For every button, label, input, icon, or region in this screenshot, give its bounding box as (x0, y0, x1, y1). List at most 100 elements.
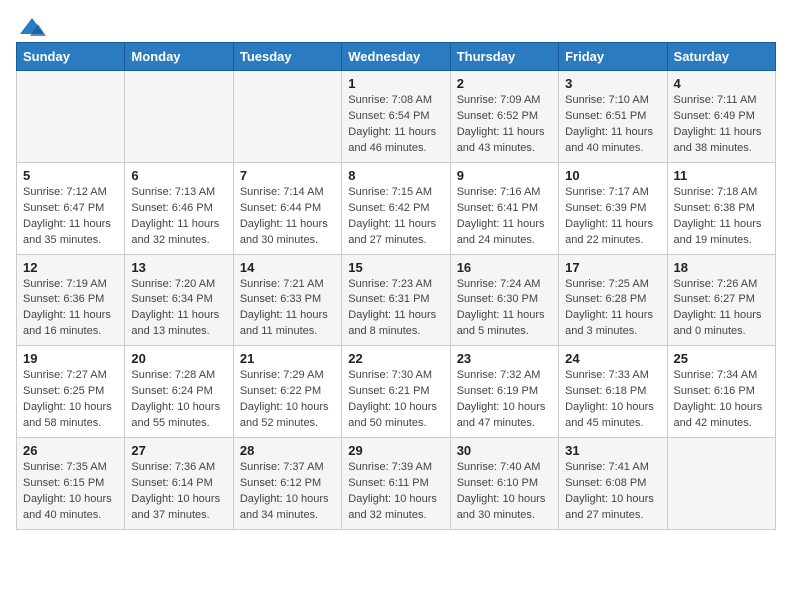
day-cell: 11 Sunrise: 7:18 AM Sunset: 6:38 PM Dayli… (667, 162, 775, 254)
day-cell: 9 Sunrise: 7:16 AM Sunset: 6:41 PM Daylig… (450, 162, 558, 254)
header-day-wednesday: Wednesday (342, 43, 450, 71)
day-info: Sunrise: 7:21 AM Sunset: 6:33 PM Dayligh… (240, 277, 335, 341)
day-number: 24 (565, 351, 660, 366)
day-info: Sunrise: 7:33 AM Sunset: 6:18 PM Dayligh… (565, 368, 660, 432)
day-info: Sunrise: 7:11 AM Sunset: 6:49 PM Dayligh… (674, 93, 769, 157)
day-cell (17, 71, 125, 163)
header-day-saturday: Saturday (667, 43, 775, 71)
day-info: Sunrise: 7:36 AM Sunset: 6:14 PM Dayligh… (131, 460, 226, 524)
day-info: Sunrise: 7:28 AM Sunset: 6:24 PM Dayligh… (131, 368, 226, 432)
day-info: Sunrise: 7:23 AM Sunset: 6:31 PM Dayligh… (348, 277, 443, 341)
week-row-4: 19 Sunrise: 7:27 AM Sunset: 6:25 PM Dayli… (17, 346, 776, 438)
day-info: Sunrise: 7:24 AM Sunset: 6:30 PM Dayligh… (457, 277, 552, 341)
day-cell: 18 Sunrise: 7:26 AM Sunset: 6:27 PM Dayli… (667, 254, 775, 346)
day-cell: 7 Sunrise: 7:14 AM Sunset: 6:44 PM Daylig… (233, 162, 341, 254)
day-number: 22 (348, 351, 443, 366)
day-info: Sunrise: 7:41 AM Sunset: 6:08 PM Dayligh… (565, 460, 660, 524)
day-info: Sunrise: 7:10 AM Sunset: 6:51 PM Dayligh… (565, 93, 660, 157)
day-number: 8 (348, 168, 443, 183)
day-info: Sunrise: 7:40 AM Sunset: 6:10 PM Dayligh… (457, 460, 552, 524)
day-number: 13 (131, 260, 226, 275)
day-info: Sunrise: 7:08 AM Sunset: 6:54 PM Dayligh… (348, 93, 443, 157)
day-info: Sunrise: 7:17 AM Sunset: 6:39 PM Dayligh… (565, 185, 660, 249)
day-number: 19 (23, 351, 118, 366)
page-header (16, 16, 776, 32)
day-cell: 2 Sunrise: 7:09 AM Sunset: 6:52 PM Daylig… (450, 71, 558, 163)
day-number: 12 (23, 260, 118, 275)
day-cell: 13 Sunrise: 7:20 AM Sunset: 6:34 PM Dayli… (125, 254, 233, 346)
day-cell: 20 Sunrise: 7:28 AM Sunset: 6:24 PM Dayli… (125, 346, 233, 438)
day-cell: 10Sunrise: 7:17 AM Sunset: 6:39 PM Dayli… (559, 162, 667, 254)
day-cell (233, 71, 341, 163)
day-number: 6 (131, 168, 226, 183)
header-day-thursday: Thursday (450, 43, 558, 71)
day-info: Sunrise: 7:27 AM Sunset: 6:25 PM Dayligh… (23, 368, 118, 432)
day-number: 14 (240, 260, 335, 275)
day-info: Sunrise: 7:15 AM Sunset: 6:42 PM Dayligh… (348, 185, 443, 249)
day-cell: 1 Sunrise: 7:08 AM Sunset: 6:54 PM Daylig… (342, 71, 450, 163)
day-number: 4 (674, 76, 769, 91)
day-cell: 21 Sunrise: 7:29 AM Sunset: 6:22 PM Dayli… (233, 346, 341, 438)
day-number: 16 (457, 260, 552, 275)
day-number: 7 (240, 168, 335, 183)
day-cell: 22 Sunrise: 7:30 AM Sunset: 6:21 PM Dayli… (342, 346, 450, 438)
week-row-5: 26 Sunrise: 7:35 AM Sunset: 6:15 PM Dayli… (17, 438, 776, 530)
day-number: 5 (23, 168, 118, 183)
header-row: SundayMondayTuesdayWednesdayThursdayFrid… (17, 43, 776, 71)
day-info: Sunrise: 7:35 AM Sunset: 6:15 PM Dayligh… (23, 460, 118, 524)
day-number: 18 (674, 260, 769, 275)
day-cell: 23 Sunrise: 7:32 AM Sunset: 6:19 PM Dayli… (450, 346, 558, 438)
day-number: 9 (457, 168, 552, 183)
day-info: Sunrise: 7:32 AM Sunset: 6:19 PM Dayligh… (457, 368, 552, 432)
day-cell: 3 Sunrise: 7:10 AM Sunset: 6:51 PM Daylig… (559, 71, 667, 163)
day-info: Sunrise: 7:25 AM Sunset: 6:28 PM Dayligh… (565, 277, 660, 341)
day-number: 15 (348, 260, 443, 275)
day-number: 2 (457, 76, 552, 91)
week-row-2: 5 Sunrise: 7:12 AM Sunset: 6:47 PM Daylig… (17, 162, 776, 254)
day-info: Sunrise: 7:19 AM Sunset: 6:36 PM Dayligh… (23, 277, 118, 341)
day-cell (125, 71, 233, 163)
day-cell: 6 Sunrise: 7:13 AM Sunset: 6:46 PM Daylig… (125, 162, 233, 254)
day-number: 20 (131, 351, 226, 366)
day-number: 21 (240, 351, 335, 366)
logo (16, 16, 48, 32)
day-info: Sunrise: 7:20 AM Sunset: 6:34 PM Dayligh… (131, 277, 226, 341)
day-info: Sunrise: 7:13 AM Sunset: 6:46 PM Dayligh… (131, 185, 226, 249)
day-info: Sunrise: 7:09 AM Sunset: 6:52 PM Dayligh… (457, 93, 552, 157)
day-cell: 12 Sunrise: 7:19 AM Sunset: 6:36 PM Dayli… (17, 254, 125, 346)
day-cell: 17 Sunrise: 7:25 AM Sunset: 6:28 PM Dayli… (559, 254, 667, 346)
header-day-monday: Monday (125, 43, 233, 71)
day-info: Sunrise: 7:16 AM Sunset: 6:41 PM Dayligh… (457, 185, 552, 249)
day-cell: 14 Sunrise: 7:21 AM Sunset: 6:33 PM Dayli… (233, 254, 341, 346)
day-number: 1 (348, 76, 443, 91)
day-number: 23 (457, 351, 552, 366)
header-day-sunday: Sunday (17, 43, 125, 71)
day-info: Sunrise: 7:29 AM Sunset: 6:22 PM Dayligh… (240, 368, 335, 432)
week-row-1: 1 Sunrise: 7:08 AM Sunset: 6:54 PM Daylig… (17, 71, 776, 163)
day-cell (667, 438, 775, 530)
day-info: Sunrise: 7:37 AM Sunset: 6:12 PM Dayligh… (240, 460, 335, 524)
day-info: Sunrise: 7:12 AM Sunset: 6:47 PM Dayligh… (23, 185, 118, 249)
day-info: Sunrise: 7:34 AM Sunset: 6:16 PM Dayligh… (674, 368, 769, 432)
day-cell: 31 Sunrise: 7:41 AM Sunset: 6:08 PM Dayli… (559, 438, 667, 530)
day-number: 3 (565, 76, 660, 91)
day-info: Sunrise: 7:14 AM Sunset: 6:44 PM Dayligh… (240, 185, 335, 249)
day-cell: 5 Sunrise: 7:12 AM Sunset: 6:47 PM Daylig… (17, 162, 125, 254)
day-info: Sunrise: 7:39 AM Sunset: 6:11 PM Dayligh… (348, 460, 443, 524)
day-cell: 27Sunrise: 7:36 AM Sunset: 6:14 PM Dayli… (125, 438, 233, 530)
day-info: Sunrise: 7:30 AM Sunset: 6:21 PM Dayligh… (348, 368, 443, 432)
day-cell: 19 Sunrise: 7:27 AM Sunset: 6:25 PM Dayli… (17, 346, 125, 438)
day-number: 31 (565, 443, 660, 458)
day-cell: 8 Sunrise: 7:15 AM Sunset: 6:42 PM Daylig… (342, 162, 450, 254)
day-cell: 28Sunrise: 7:37 AM Sunset: 6:12 PM Dayli… (233, 438, 341, 530)
day-cell: 25 Sunrise: 7:34 AM Sunset: 6:16 PM Dayli… (667, 346, 775, 438)
day-number: 11 (674, 168, 769, 183)
day-number: 25 (674, 351, 769, 366)
logo-icon (18, 16, 46, 38)
day-number: 17 (565, 260, 660, 275)
day-info: Sunrise: 7:26 AM Sunset: 6:27 PM Dayligh… (674, 277, 769, 341)
day-number: 26 (23, 443, 118, 458)
day-cell: 30Sunrise: 7:40 AM Sunset: 6:10 PM Dayli… (450, 438, 558, 530)
day-info: Sunrise: 7:18 AM Sunset: 6:38 PM Dayligh… (674, 185, 769, 249)
calendar-table: SundayMondayTuesdayWednesdayThursdayFrid… (16, 42, 776, 530)
